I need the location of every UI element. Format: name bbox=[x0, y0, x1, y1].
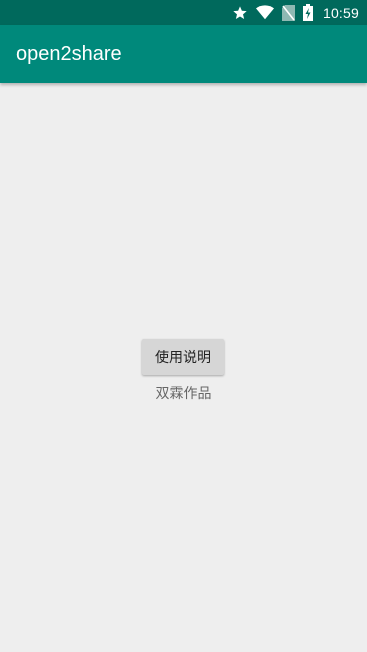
app-bar: open2share bbox=[0, 25, 367, 83]
status-icons: 10:59 bbox=[232, 4, 359, 21]
credit-text: 双霖作品 bbox=[155, 386, 212, 402]
app-title: open2share bbox=[16, 42, 122, 65]
star-icon bbox=[232, 5, 248, 21]
battery-charging-icon bbox=[302, 4, 313, 21]
usage-guide-button[interactable]: 使用说明 bbox=[142, 339, 224, 375]
wifi-icon bbox=[255, 5, 274, 20]
status-time: 10:59 bbox=[322, 4, 359, 21]
screen: 10:59 open2share 使用说明 双霖作品 bbox=[0, 0, 367, 652]
status-bar: 10:59 bbox=[0, 0, 367, 25]
no-sim-icon bbox=[281, 4, 295, 21]
main-content: 使用说明 双霖作品 bbox=[0, 83, 367, 652]
